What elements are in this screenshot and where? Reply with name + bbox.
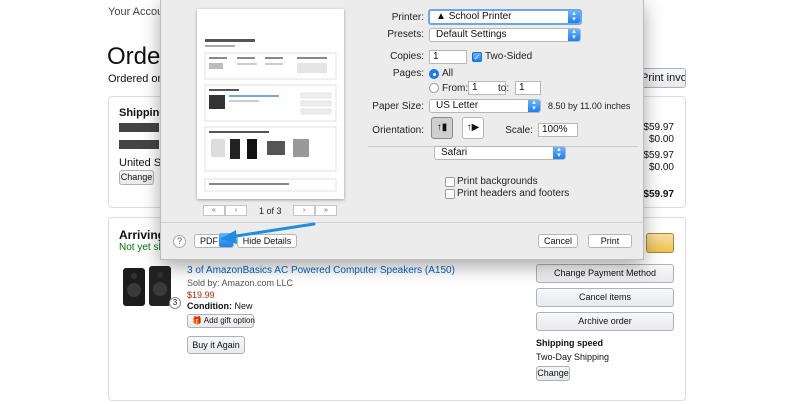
print-headers-footers-checkbox[interactable] — [445, 189, 455, 199]
checkmark-icon: ✓ — [473, 53, 481, 62]
summary-value: $59.97 — [643, 122, 674, 133]
chevron-updown-icon: ▴ ▾ — [528, 100, 540, 112]
first-page-button[interactable]: « — [203, 205, 225, 216]
paper-dimensions: 8.50 by 11.00 inches — [548, 101, 631, 111]
presets-value: Default Settings — [436, 29, 507, 40]
product-title-link[interactable]: 3 of AmazonBasics AC Powered Computer Sp… — [187, 265, 455, 276]
condition-value: New — [234, 301, 253, 311]
pages-range-radio[interactable] — [429, 83, 439, 93]
track-package-button[interactable] — [646, 233, 674, 253]
summary-value: $59.97 — [643, 150, 674, 161]
chevron-updown-icon: ▴ ▾ — [568, 29, 580, 41]
warning-triangle-icon: ▲ — [436, 11, 446, 22]
portrait-icon: ↑▮ — [436, 122, 448, 133]
copies-label: Copies: — [390, 51, 424, 62]
archive-order-button[interactable]: Archive order — [536, 312, 674, 331]
print-button[interactable]: Print — [588, 234, 632, 248]
shipping-speed-heading: Shipping speed — [536, 338, 604, 348]
arriving-heading: Arriving — [119, 228, 166, 242]
print-backgrounds-checkbox[interactable] — [445, 177, 455, 187]
cancel-items-button[interactable]: Cancel items — [536, 288, 674, 307]
paper-size-select[interactable]: US Letter ▴ ▾ — [429, 99, 541, 113]
cancel-button[interactable]: Cancel — [538, 234, 578, 248]
print-preview-page — [197, 9, 344, 199]
printer-select[interactable]: ▲ School Printer ▴ ▾ — [428, 9, 582, 25]
quantity-badge: 3 — [169, 297, 181, 309]
add-gift-option-button[interactable]: 🎁 Add gift option — [187, 314, 255, 328]
chevron-updown-icon: ▴ ▾ — [568, 11, 580, 23]
last-page-button[interactable]: » — [315, 205, 337, 216]
summary-value: $0.00 — [648, 134, 674, 145]
change-payment-method-button[interactable]: Change Payment Method — [536, 264, 674, 283]
condition-label: Condition: — [187, 301, 232, 311]
redacted-address-line — [119, 140, 159, 149]
scale-label: Scale: — [505, 125, 533, 136]
pages-from-label: From: — [442, 83, 469, 94]
pages-all-label: All — [442, 68, 454, 79]
landscape-button[interactable]: ↑▶ — [462, 117, 484, 139]
two-sided-label: Two-Sided — [485, 51, 533, 62]
chevron-updown-icon: ▴ ▾ — [553, 147, 565, 159]
app-options-value: Safari — [441, 147, 468, 158]
app-options-select[interactable]: Safari ▴ ▾ — [434, 146, 566, 160]
print-headers-footers-label: Print headers and footers — [457, 188, 570, 199]
presets-label: Presets: — [387, 29, 424, 40]
paper-size-value: US Letter — [436, 100, 479, 111]
buy-it-again-button[interactable]: Buy it Again — [187, 336, 245, 354]
scale-input[interactable]: 100% — [538, 123, 578, 137]
print-backgrounds-label: Print backgrounds — [457, 176, 538, 187]
portrait-button[interactable]: ↑▮ — [431, 117, 453, 139]
grand-total: $59.97 — [643, 189, 674, 200]
summary-value: $0.00 — [648, 162, 674, 173]
product-condition: Condition: New — [187, 301, 253, 311]
next-page-button[interactable]: › — [293, 205, 315, 216]
two-sided-checkbox[interactable]: ✓ — [472, 52, 482, 62]
pages-all-radio[interactable] — [429, 69, 439, 79]
speakers-product-image[interactable] — [121, 262, 175, 310]
paper-size-label: Paper Size: — [372, 101, 424, 112]
redacted-address-line — [119, 123, 159, 132]
pages-to-label: to: — [498, 83, 510, 94]
orientation-label: Orientation: — [372, 125, 424, 136]
sold-by-text: Sold by: Amazon.com LLC — [187, 278, 294, 288]
copies-input[interactable]: 1 — [429, 50, 467, 64]
change-shipping-button[interactable]: Change — [536, 366, 570, 381]
shipping-speed-value: Two-Day Shipping — [536, 352, 610, 362]
gift-icon: 🎁 — [192, 316, 202, 325]
annotation-arrow-icon — [220, 222, 316, 244]
printer-label: Printer: — [391, 12, 424, 23]
add-gift-option-label: Add gift option — [203, 316, 255, 325]
page-counter: 1 of 3 — [259, 206, 282, 216]
pages-label: Pages: — [392, 68, 424, 79]
product-price: $19.99 — [187, 290, 215, 300]
help-icon[interactable]: ? — [173, 235, 186, 248]
pages-to-input[interactable]: 1 — [515, 81, 541, 95]
presets-select[interactable]: Default Settings ▴ ▾ — [429, 28, 581, 42]
previous-page-button[interactable]: ‹ — [225, 205, 247, 216]
change-address-button[interactable]: Change — [119, 170, 154, 185]
printer-value: School Printer — [448, 11, 512, 22]
landscape-icon: ↑▶ — [466, 122, 480, 133]
